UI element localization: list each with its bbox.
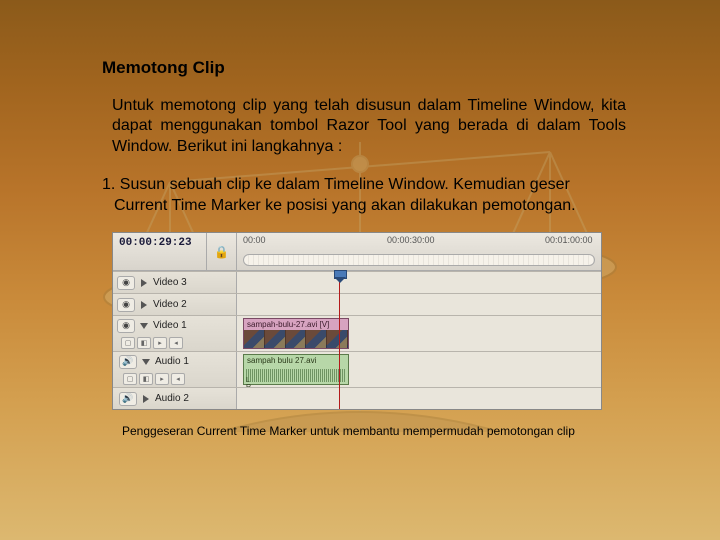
clip-label: sampah bulu 27.avi — [247, 356, 316, 365]
expand-icon[interactable] — [141, 279, 147, 287]
ruler-tick-2: 00:01:00:00 — [545, 235, 593, 245]
track-option-icon[interactable]: ◂ — [169, 337, 183, 349]
track-option-icon[interactable]: ▸ — [153, 337, 167, 349]
track-label: Video 3 — [153, 277, 187, 288]
track-audio-1[interactable]: 🔊 Audio 1 ▢ ◧ ▸ ◂ sampah bulu 27.avi LR — [113, 351, 601, 387]
track-label: Audio 2 — [155, 393, 189, 404]
time-ruler[interactable]: 00:00 00:00:30:00 00:01:00:00 — [237, 233, 601, 270]
expand-icon[interactable] — [143, 395, 149, 403]
section-title: Memotong Clip — [102, 58, 620, 78]
audio-waveform — [246, 369, 346, 382]
track-option-icon[interactable]: ▢ — [123, 373, 137, 385]
track-option-icon[interactable]: ◧ — [137, 337, 151, 349]
ruler-tick-1: 00:00:30:00 — [387, 235, 435, 245]
speaker-icon[interactable]: 🔊 — [119, 392, 137, 406]
current-timecode[interactable]: 00:00:29:23 — [113, 233, 207, 270]
track-label: Audio 1 — [155, 356, 189, 367]
track-video-1[interactable]: ◉ Video 1 ▢ ◧ ▸ ◂ sampah-bulu-27.avi [V] — [113, 315, 601, 351]
track-option-icon[interactable]: ◧ — [139, 373, 153, 385]
ruler-tick-0: 00:00 — [243, 235, 266, 245]
eye-icon[interactable]: ◉ — [117, 319, 135, 333]
intro-paragraph: Untuk memotong clip yang telah disusun d… — [112, 96, 626, 157]
audio-clip[interactable]: sampah bulu 27.avi LR — [243, 354, 349, 385]
track-option-icon[interactable]: ▢ — [121, 337, 135, 349]
track-audio-2[interactable]: 🔊 Audio 2 — [113, 387, 601, 409]
track-label: Video 2 — [153, 299, 187, 310]
lock-icon[interactable]: 🔒 — [207, 233, 237, 270]
expand-icon[interactable] — [141, 301, 147, 309]
timeline-window: 00:00:29:23 🔒 00:00 00:00:30:00 00:01:00… — [112, 232, 602, 410]
clip-label: sampah-bulu-27.avi [V] — [247, 320, 329, 329]
speaker-icon[interactable]: 🔊 — [119, 355, 137, 369]
eye-icon[interactable]: ◉ — [117, 276, 135, 290]
eye-icon[interactable]: ◉ — [117, 298, 135, 312]
current-time-marker[interactable] — [339, 271, 340, 409]
work-area-bar[interactable] — [243, 254, 595, 266]
track-option-icon[interactable]: ◂ — [171, 373, 185, 385]
collapse-icon[interactable] — [142, 359, 150, 365]
collapse-icon[interactable] — [140, 323, 148, 329]
step-1: 1. Susun sebuah clip ke dalam Timeline W… — [102, 175, 624, 216]
track-option-icon[interactable]: ▸ — [155, 373, 169, 385]
track-label: Video 1 — [153, 320, 187, 331]
track-video-2[interactable]: ◉ Video 2 — [113, 293, 601, 315]
figure-caption: Penggeseran Current Time Marker untuk me… — [122, 424, 620, 438]
timeline-tracks: ◉ Video 3 ◉ Video 2 ◉ — [113, 271, 601, 409]
track-video-3[interactable]: ◉ Video 3 — [113, 271, 601, 293]
video-clip[interactable]: sampah-bulu-27.avi [V] — [243, 318, 349, 349]
